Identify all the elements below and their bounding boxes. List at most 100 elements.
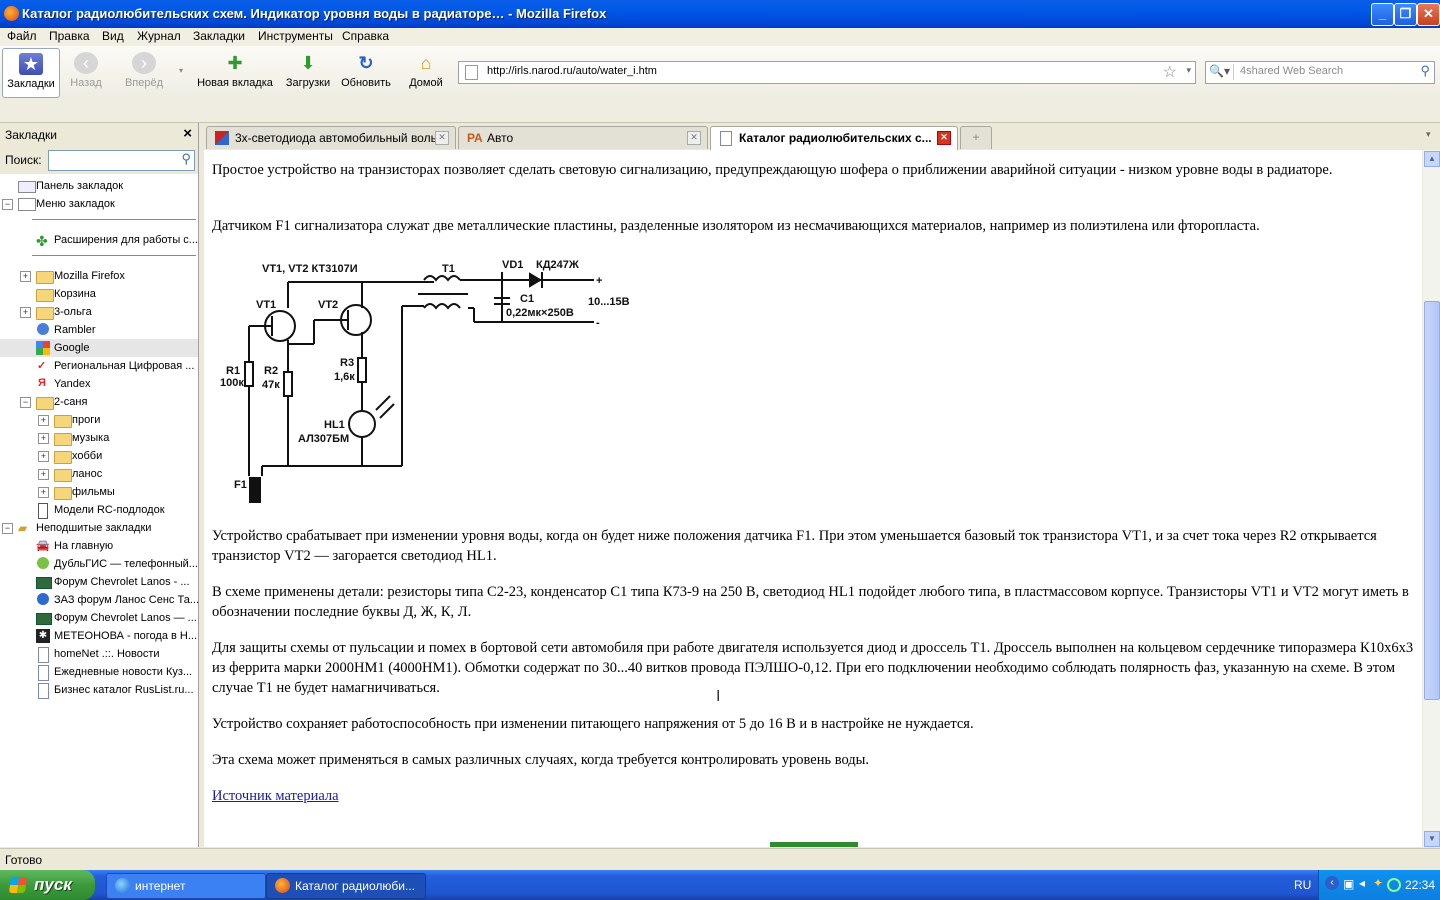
- schematic-label-f1: F1: [234, 479, 247, 491]
- tray-expand-icon[interactable]: ‹: [1325, 876, 1339, 890]
- tree-item-regional-digital[interactable]: ✓ Региональная Цифровая ...: [0, 357, 198, 375]
- collapse-icon[interactable]: −: [20, 397, 31, 408]
- counter-banner[interactable]: [770, 842, 858, 847]
- tree-item-films[interactable]: + фильмы: [0, 483, 198, 501]
- scroll-up-arrow-icon[interactable]: ▲: [1424, 151, 1440, 167]
- scrollbar-thumb[interactable]: [1424, 301, 1440, 700]
- forward-button[interactable]: › Вперёд: [120, 48, 168, 96]
- collapse-icon[interactable]: −: [2, 199, 13, 210]
- expand-icon[interactable]: +: [38, 451, 49, 462]
- tree-item-chevrolet-forum-2[interactable]: Форум Chevrolet Lanos — ...: [0, 609, 198, 627]
- minimize-button[interactable]: _: [1371, 3, 1394, 26]
- tree-item-yandex[interactable]: Я Yandex: [0, 375, 198, 393]
- expand-icon[interactable]: +: [38, 415, 49, 426]
- close-button[interactable]: ✕: [1417, 3, 1440, 26]
- expand-icon[interactable]: +: [38, 433, 49, 444]
- tree-item-2gis[interactable]: ДубльГИС — телефонный...: [0, 555, 198, 573]
- tree-item-homenet[interactable]: homeNet .::. Новости: [0, 645, 198, 663]
- tab-voltmeter[interactable]: 3х-светодиода автомобильный воль... ✕: [206, 126, 456, 149]
- network-icon[interactable]: ▣: [1343, 877, 1354, 891]
- tab-catalog[interactable]: Каталог радиолюбительских с... ✕: [710, 126, 958, 150]
- tree-label: Модели RC-подлодок: [54, 504, 165, 516]
- tree-item-business-catalog[interactable]: Бизнес каталог RusList.ru...: [0, 681, 198, 699]
- puzzle-icon: ✤: [36, 233, 48, 249]
- menu-file[interactable]: Файл: [7, 29, 37, 43]
- tab-close-icon[interactable]: ✕: [687, 131, 701, 145]
- windows-logo-icon: [8, 877, 28, 893]
- tree-item-hobby[interactable]: + хобби: [0, 447, 198, 465]
- tray-app-icon[interactable]: ✦: [1373, 876, 1383, 890]
- expand-icon[interactable]: +: [38, 469, 49, 480]
- tree-item-rc-submarines[interactable]: Модели RC-подлодок: [0, 501, 198, 519]
- tree-label: музыка: [72, 432, 110, 444]
- sidebar-close-icon[interactable]: ×: [183, 125, 192, 142]
- tree-label: Расширения для работы с...: [54, 234, 198, 246]
- search-engine-icon[interactable]: 🔍▾: [1209, 64, 1234, 80]
- clock[interactable]: 22:34: [1405, 878, 1435, 892]
- url-dropdown-icon[interactable]: ▾: [1186, 65, 1191, 76]
- tree-item-bookmarks-menu[interactable]: − Меню закладок: [0, 195, 198, 213]
- forum-icon: [36, 613, 52, 625]
- separator: [32, 255, 196, 256]
- expand-icon[interactable]: +: [38, 487, 49, 498]
- history-dropdown-icon[interactable]: ▾: [179, 66, 183, 75]
- search-bar[interactable]: 🔍▾ 4shared Web Search ⚲: [1205, 61, 1435, 84]
- url-bar[interactable]: http://irls.narod.ru/auto/water_i.htm ☆ …: [458, 61, 1196, 84]
- paragraph-intro: Простое устройство на транзисторах позво…: [212, 162, 1333, 178]
- collapse-icon[interactable]: −: [2, 523, 13, 534]
- tree-item-meteonova[interactable]: ✱ МЕТЕОНОВА - погода в Н...: [0, 627, 198, 645]
- bookmarks-button[interactable]: ★ Закладки: [2, 48, 60, 98]
- tree-item-zaz-forum[interactable]: ЗАЗ форум Ланос Сенс Та...: [0, 591, 198, 609]
- menu-tools[interactable]: Инструменты: [258, 29, 333, 43]
- new-tab-plus-button[interactable]: +: [960, 126, 992, 149]
- tree-item-home-page[interactable]: 🚘 На главную: [0, 537, 198, 555]
- tree-item-olga[interactable]: + 3-ольга: [0, 303, 198, 321]
- status-text: Готово: [5, 853, 43, 867]
- tree-item-lanos[interactable]: + ланос: [0, 465, 198, 483]
- language-indicator[interactable]: RU: [1294, 878, 1311, 892]
- tree-item-daily-news[interactable]: Ежедневные новости Куз...: [0, 663, 198, 681]
- tree-item-sanya[interactable]: − 2-саня: [0, 393, 198, 411]
- tree-item-google[interactable]: Google: [0, 339, 198, 357]
- taskbar-item-firefox[interactable]: Каталог радиолюби...: [266, 873, 426, 899]
- menu-view[interactable]: Вид: [102, 29, 124, 43]
- tree-item-unsorted[interactable]: − ▰ Неподшитые закладки: [0, 519, 198, 537]
- vertical-scrollbar[interactable]: ▲ ▼: [1423, 150, 1440, 847]
- tree-item-progi[interactable]: + проги: [0, 411, 198, 429]
- menu-help[interactable]: Справка: [342, 29, 389, 43]
- tree-item-trash[interactable]: Корзина: [0, 285, 198, 303]
- tree-item-rambler[interactable]: Rambler: [0, 321, 198, 339]
- menu-bookmarks[interactable]: Закладки: [193, 29, 245, 43]
- home-button[interactable]: ⌂ Домой: [404, 48, 448, 96]
- scroll-down-arrow-icon[interactable]: ▼: [1424, 831, 1440, 847]
- tab-list-icon[interactable]: ▾: [1426, 129, 1431, 140]
- download-icon: ⬇: [300, 53, 316, 73]
- maximize-button[interactable]: ❐: [1394, 3, 1417, 26]
- tab-close-icon[interactable]: ✕: [937, 131, 951, 145]
- new-tab-button[interactable]: ✚ Новая вкладка: [195, 48, 275, 96]
- menu-history[interactable]: Журнал: [137, 29, 181, 43]
- search-icon[interactable]: ⚲: [1420, 63, 1430, 79]
- reload-button[interactable]: ↻ Обновить: [339, 48, 393, 96]
- tree-item-bookmarks-toolbar[interactable]: Панель закладок: [0, 177, 198, 195]
- tab-auto[interactable]: РА Авто ✕: [458, 126, 708, 149]
- tree-item-chevrolet-forum-1[interactable]: Форум Chevrolet Lanos - ...: [0, 573, 198, 591]
- bookmark-star-icon[interactable]: ☆: [1163, 62, 1177, 82]
- tree-item-mozilla-firefox[interactable]: + Mozilla Firefox: [0, 267, 198, 285]
- menu-edit[interactable]: Правка: [49, 29, 90, 43]
- tree-item-music[interactable]: + музыка: [0, 429, 198, 447]
- tree-item-extensions[interactable]: ✤ Расширения для работы с...: [0, 231, 198, 249]
- start-button[interactable]: пуск: [0, 870, 95, 900]
- taskbar-item-internet[interactable]: интернет: [106, 873, 266, 899]
- expand-icon[interactable]: +: [20, 271, 31, 282]
- status-icon[interactable]: [1387, 878, 1401, 892]
- tab-close-icon[interactable]: ✕: [435, 131, 449, 145]
- back-button[interactable]: ‹ Назад: [66, 48, 106, 96]
- expand-icon[interactable]: +: [20, 307, 31, 318]
- source-link[interactable]: Источник материала: [212, 788, 339, 804]
- toolbar-folder-icon: [18, 181, 36, 193]
- downloads-button[interactable]: ⬇ Загрузки: [283, 48, 333, 96]
- sidebar-search-input[interactable]: ⚲: [48, 150, 195, 171]
- car-icon: 🚘: [36, 540, 50, 552]
- volume-icon[interactable]: ◂: [1359, 876, 1365, 890]
